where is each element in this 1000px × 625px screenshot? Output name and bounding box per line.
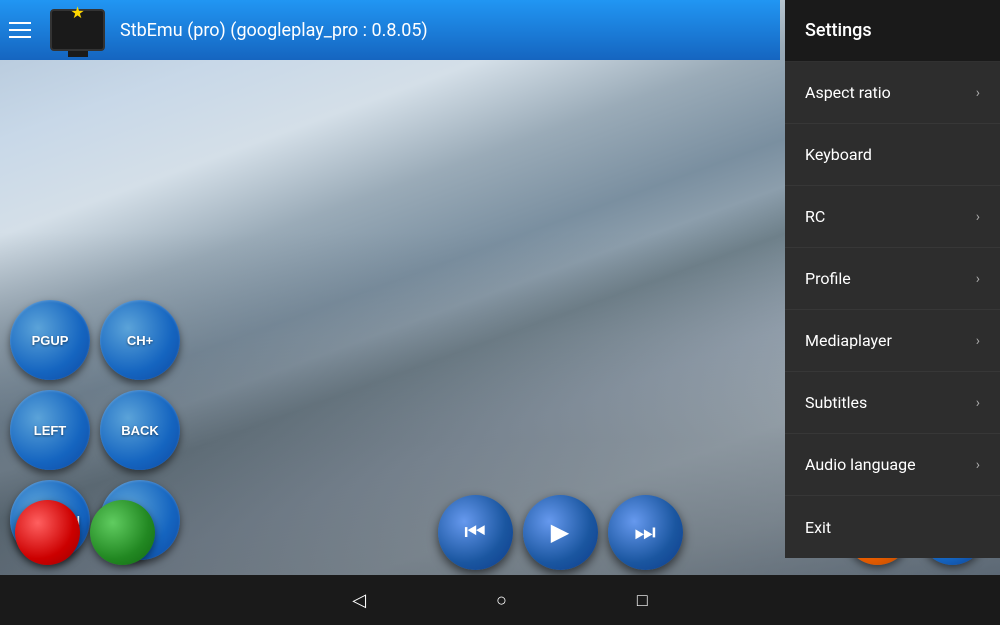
back-button[interactable]: BACK <box>100 390 180 470</box>
app-title: StbEmu (pro) (googleplay_pro : 0.8.05) <box>120 20 428 41</box>
chevron-right-icon: › <box>976 271 980 287</box>
tv-icon-area: ★ <box>50 9 105 51</box>
menu-item-label-subtitles: Subtitles <box>805 393 867 412</box>
menu-item-label-aspect-ratio: Aspect ratio <box>805 83 891 102</box>
menu-item-label-settings: Settings <box>805 20 872 41</box>
nav-bar: ◁ ○ □ <box>0 575 1000 625</box>
dropdown-menu: Settings Aspect ratio › Keyboard RC › Profile ›… <box>785 0 1000 558</box>
menu-button[interactable] <box>0 0 40 60</box>
btn-row-2: LEFT BACK <box>0 390 780 470</box>
menu-item-exit[interactable]: Exit <box>785 496 1000 558</box>
green-button[interactable] <box>90 500 155 565</box>
menu-item-subtitles[interactable]: Subtitles › <box>785 372 1000 434</box>
nav-recent-button[interactable]: □ <box>622 585 663 616</box>
tv-icon: ★ <box>50 9 105 51</box>
pgup-button[interactable]: PGUP <box>10 300 90 380</box>
media-buttons-center: ⏮ ▶ ⏭ <box>438 495 683 570</box>
play-icon: ▶ <box>551 518 569 547</box>
nav-back-button[interactable]: ◁ <box>337 585 381 616</box>
left-button[interactable]: LEFT <box>10 390 90 470</box>
forward-button[interactable]: ⏭ <box>608 495 683 570</box>
menu-item-aspect-ratio[interactable]: Aspect ratio › <box>785 62 1000 124</box>
menu-item-label-profile: Profile <box>805 269 851 288</box>
chplus-button[interactable]: CH+ <box>100 300 180 380</box>
chevron-right-icon: › <box>976 395 980 411</box>
chevron-right-icon: › <box>976 457 980 473</box>
menu-item-label-keyboard: Keyboard <box>805 145 872 164</box>
menu-item-label-exit: Exit <box>805 518 831 537</box>
menu-item-label-rc: RC <box>805 207 825 226</box>
play-button[interactable]: ▶ <box>523 495 598 570</box>
menu-item-audio-language[interactable]: Audio language › <box>785 434 1000 496</box>
menu-item-label-audio-language: Audio language <box>805 455 916 474</box>
menu-item-keyboard[interactable]: Keyboard <box>785 124 1000 186</box>
menu-item-settings[interactable]: Settings <box>785 0 1000 62</box>
chevron-right-icon: › <box>976 209 980 225</box>
star-icon: ★ <box>70 3 84 22</box>
menu-item-label-mediaplayer: Mediaplayer <box>805 331 892 350</box>
btn-row-1: PGUP CH+ <box>0 300 780 380</box>
chevron-right-icon: › <box>976 333 980 349</box>
rewind-button[interactable]: ⏮ <box>438 495 513 570</box>
nav-home-button[interactable]: ○ <box>481 585 522 616</box>
menu-item-rc[interactable]: RC › <box>785 186 1000 248</box>
color-buttons-left <box>15 500 155 565</box>
header-bar: ★ StbEmu (pro) (googleplay_pro : 0.8.05) <box>0 0 780 60</box>
menu-item-profile[interactable]: Profile › <box>785 248 1000 310</box>
forward-icon: ⏭ <box>634 519 656 547</box>
red-button[interactable] <box>15 500 80 565</box>
menu-item-mediaplayer[interactable]: Mediaplayer › <box>785 310 1000 372</box>
chevron-right-icon: › <box>976 85 980 101</box>
rewind-icon: ⏮ <box>464 519 486 547</box>
